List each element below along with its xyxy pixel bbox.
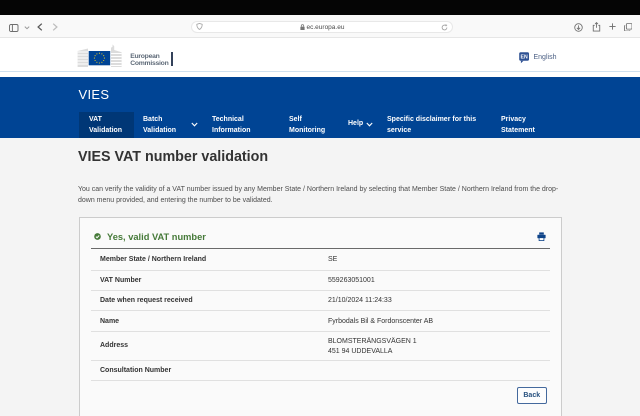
- svg-text:EN: EN: [520, 55, 527, 61]
